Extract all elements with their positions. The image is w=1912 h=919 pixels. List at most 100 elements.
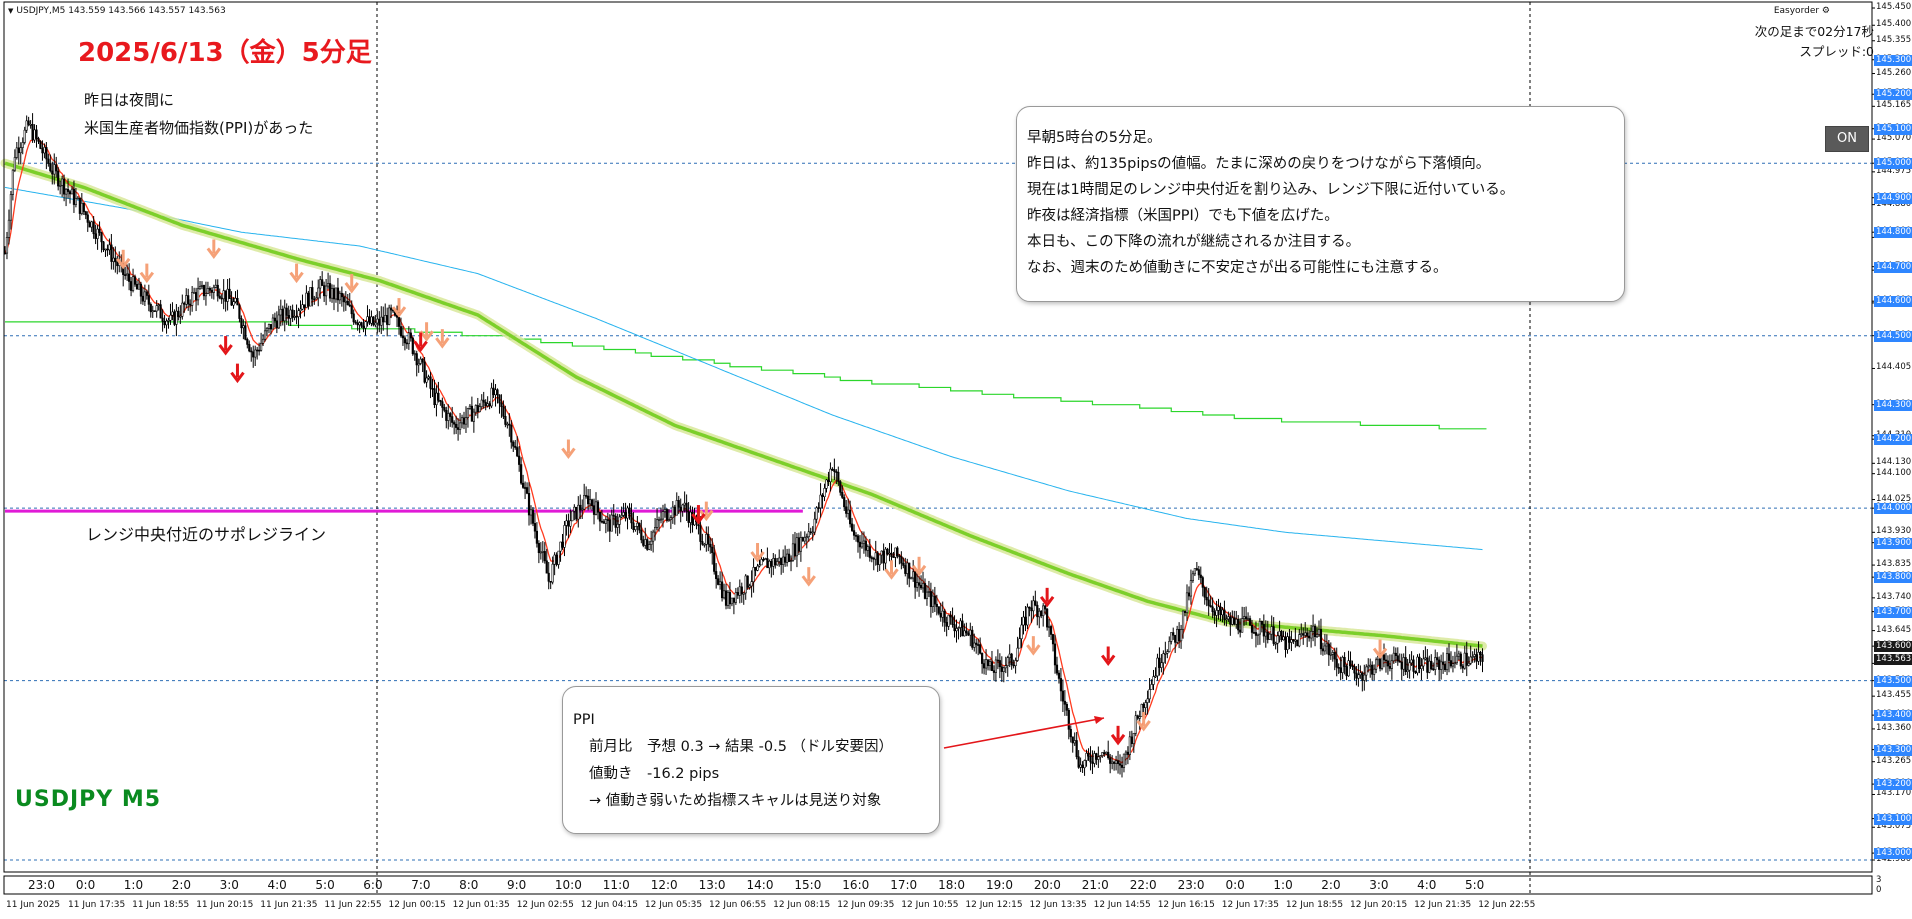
candle-body (1014, 660, 1017, 666)
on-button[interactable]: ON (1825, 126, 1869, 152)
candle-body (1310, 631, 1313, 639)
candle-body (244, 325, 247, 340)
candle-body (1065, 703, 1068, 711)
candle-body (683, 502, 686, 506)
candle-body (431, 388, 434, 390)
candle-body (336, 287, 340, 301)
candle-body (803, 537, 806, 542)
settings-icon[interactable]: ⚙ (1819, 6, 1830, 16)
candle-body (923, 583, 927, 599)
candle-body (977, 644, 980, 646)
price-level-tag: 145.000 (1874, 158, 1912, 170)
candle-body (1126, 751, 1129, 755)
candle-body (998, 660, 1001, 668)
x-axis-hour-label: 13:0 (698, 878, 726, 892)
candle-body (732, 597, 735, 603)
candle-body (165, 320, 168, 326)
candle-body (1008, 653, 1011, 658)
candle-body (356, 322, 359, 326)
candle-body (41, 148, 44, 154)
candle-body (275, 320, 278, 329)
candle-body (914, 571, 917, 588)
sub-window-scale-label: 3 (1876, 875, 1882, 885)
candle-body (1302, 633, 1305, 636)
x-axis-date-label: 12 Jun 16:15 (1157, 900, 1215, 910)
candle-body (988, 661, 992, 666)
candle-body (1420, 665, 1423, 670)
candle-body (1313, 625, 1317, 638)
candle-body (557, 550, 560, 565)
candle-body (1067, 709, 1070, 730)
candle-body (135, 284, 139, 290)
candle-body (289, 309, 292, 319)
candle-body (380, 316, 383, 326)
candle-body (971, 629, 974, 648)
candle-body (685, 502, 688, 512)
y-axis-tick-label: 143.265 (1876, 755, 1912, 766)
candle-body (585, 495, 588, 497)
candle-body (565, 520, 568, 526)
candle-body (845, 506, 848, 514)
candle-body (1361, 672, 1364, 681)
y-axis-tick-label: 145.450 (1876, 2, 1912, 12)
candle-body (1012, 664, 1015, 667)
candle-body (1402, 657, 1405, 670)
candle-body (108, 244, 111, 251)
candle-body (1107, 751, 1110, 759)
candle-body (624, 512, 627, 519)
candle-body (346, 300, 349, 306)
candle-body (295, 316, 298, 318)
candle-body (1426, 657, 1429, 673)
candle-body (900, 556, 903, 564)
candle-body (782, 556, 785, 565)
candle-body (758, 564, 761, 567)
candle-body (124, 274, 127, 276)
candle-body (738, 586, 741, 596)
candle-body (1428, 660, 1431, 673)
candle-body (1016, 647, 1019, 661)
candle-body (1453, 662, 1457, 665)
candle-body (1179, 629, 1183, 642)
ppi-line-3: → 値動き弱いため指標スキャルは見送り対象 (589, 793, 882, 809)
candle-body (1132, 732, 1135, 744)
candle-body (1181, 610, 1185, 630)
candle-body (811, 531, 814, 534)
candle-body (464, 417, 468, 425)
candle-body (1209, 605, 1212, 608)
candle-body (35, 129, 38, 139)
candle-body (529, 509, 533, 516)
x-axis-hour-label: 17:0 (890, 878, 918, 892)
candle-body (719, 581, 722, 585)
candle-body (1477, 651, 1480, 662)
candle-body (51, 170, 54, 175)
candle-body (133, 276, 137, 285)
candle-body (141, 295, 145, 302)
candle-body (1246, 618, 1250, 620)
candle-body (1406, 669, 1409, 672)
spread-value: スプレッド:0 (1799, 44, 1874, 59)
candle-body (606, 519, 609, 521)
candle-body (1396, 655, 1399, 662)
y-axis-tick-label: 145.260 (1876, 67, 1912, 78)
price-level-tag: 143.700 (1874, 606, 1912, 618)
candle-body (1294, 639, 1297, 642)
candle-body (258, 349, 261, 352)
candle-body (388, 307, 391, 325)
x-axis-hour-label: 2:0 (1321, 878, 1341, 892)
candle-body (506, 423, 509, 426)
candle-body (1205, 596, 1208, 601)
candle-body (1036, 604, 1039, 618)
candle-body (754, 567, 757, 571)
candle-body (748, 585, 751, 588)
candle-body (744, 575, 747, 594)
y-axis-tick-label: 145.400 (1876, 19, 1912, 30)
candle-body (916, 582, 919, 588)
candle-body (908, 562, 911, 579)
candle-body (843, 497, 846, 508)
dropdown-triangle-icon[interactable]: ▼ (8, 7, 13, 15)
sell-signal-dark-arrow (1110, 725, 1126, 746)
x-axis-hour-label: 23:0 (28, 878, 55, 892)
candle-body (1327, 643, 1330, 656)
candle-body (823, 488, 826, 497)
candle-body (378, 318, 381, 326)
